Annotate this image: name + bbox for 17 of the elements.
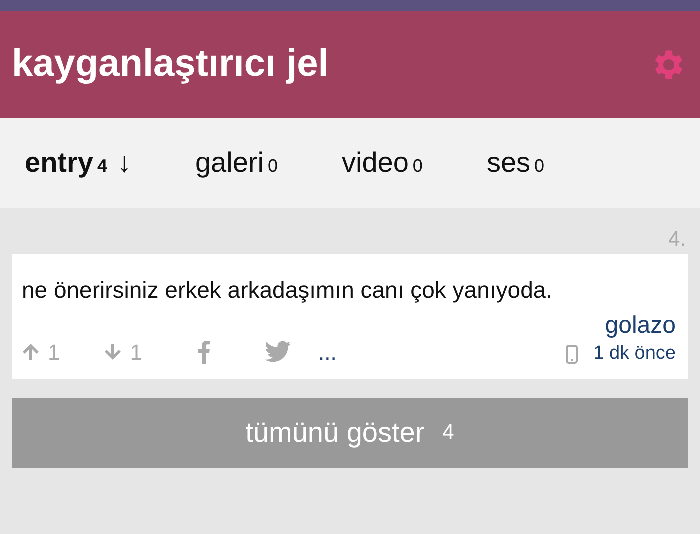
- upvote-icon[interactable]: [22, 343, 40, 361]
- phone-icon: [566, 344, 578, 364]
- downvote-count: 1: [130, 338, 142, 366]
- author-link[interactable]: golazo: [605, 312, 676, 340]
- entry-text: ne önerirsiniz erkek arkadaşımın canı çok yanıyoda.: [22, 276, 554, 305]
- twitter-icon[interactable]: [264, 341, 290, 363]
- more-link[interactable]: ...: [318, 336, 337, 368]
- time-link[interactable]: 1 dk önce: [594, 340, 676, 368]
- tab[interactable]: ses 0: [486, 142, 545, 184]
- entry-number: 4.: [668, 228, 686, 251]
- tab[interactable]: galeri 0: [195, 142, 278, 184]
- tab[interactable]: video 0: [342, 142, 423, 184]
- facebook-icon[interactable]: [196, 340, 210, 364]
- tab[interactable]: entry 4 ↓: [25, 142, 132, 184]
- upvote-count: 1: [48, 338, 60, 366]
- page-title: kayganlaştırıcı jel: [12, 42, 329, 87]
- downvote-icon[interactable]: [104, 343, 122, 361]
